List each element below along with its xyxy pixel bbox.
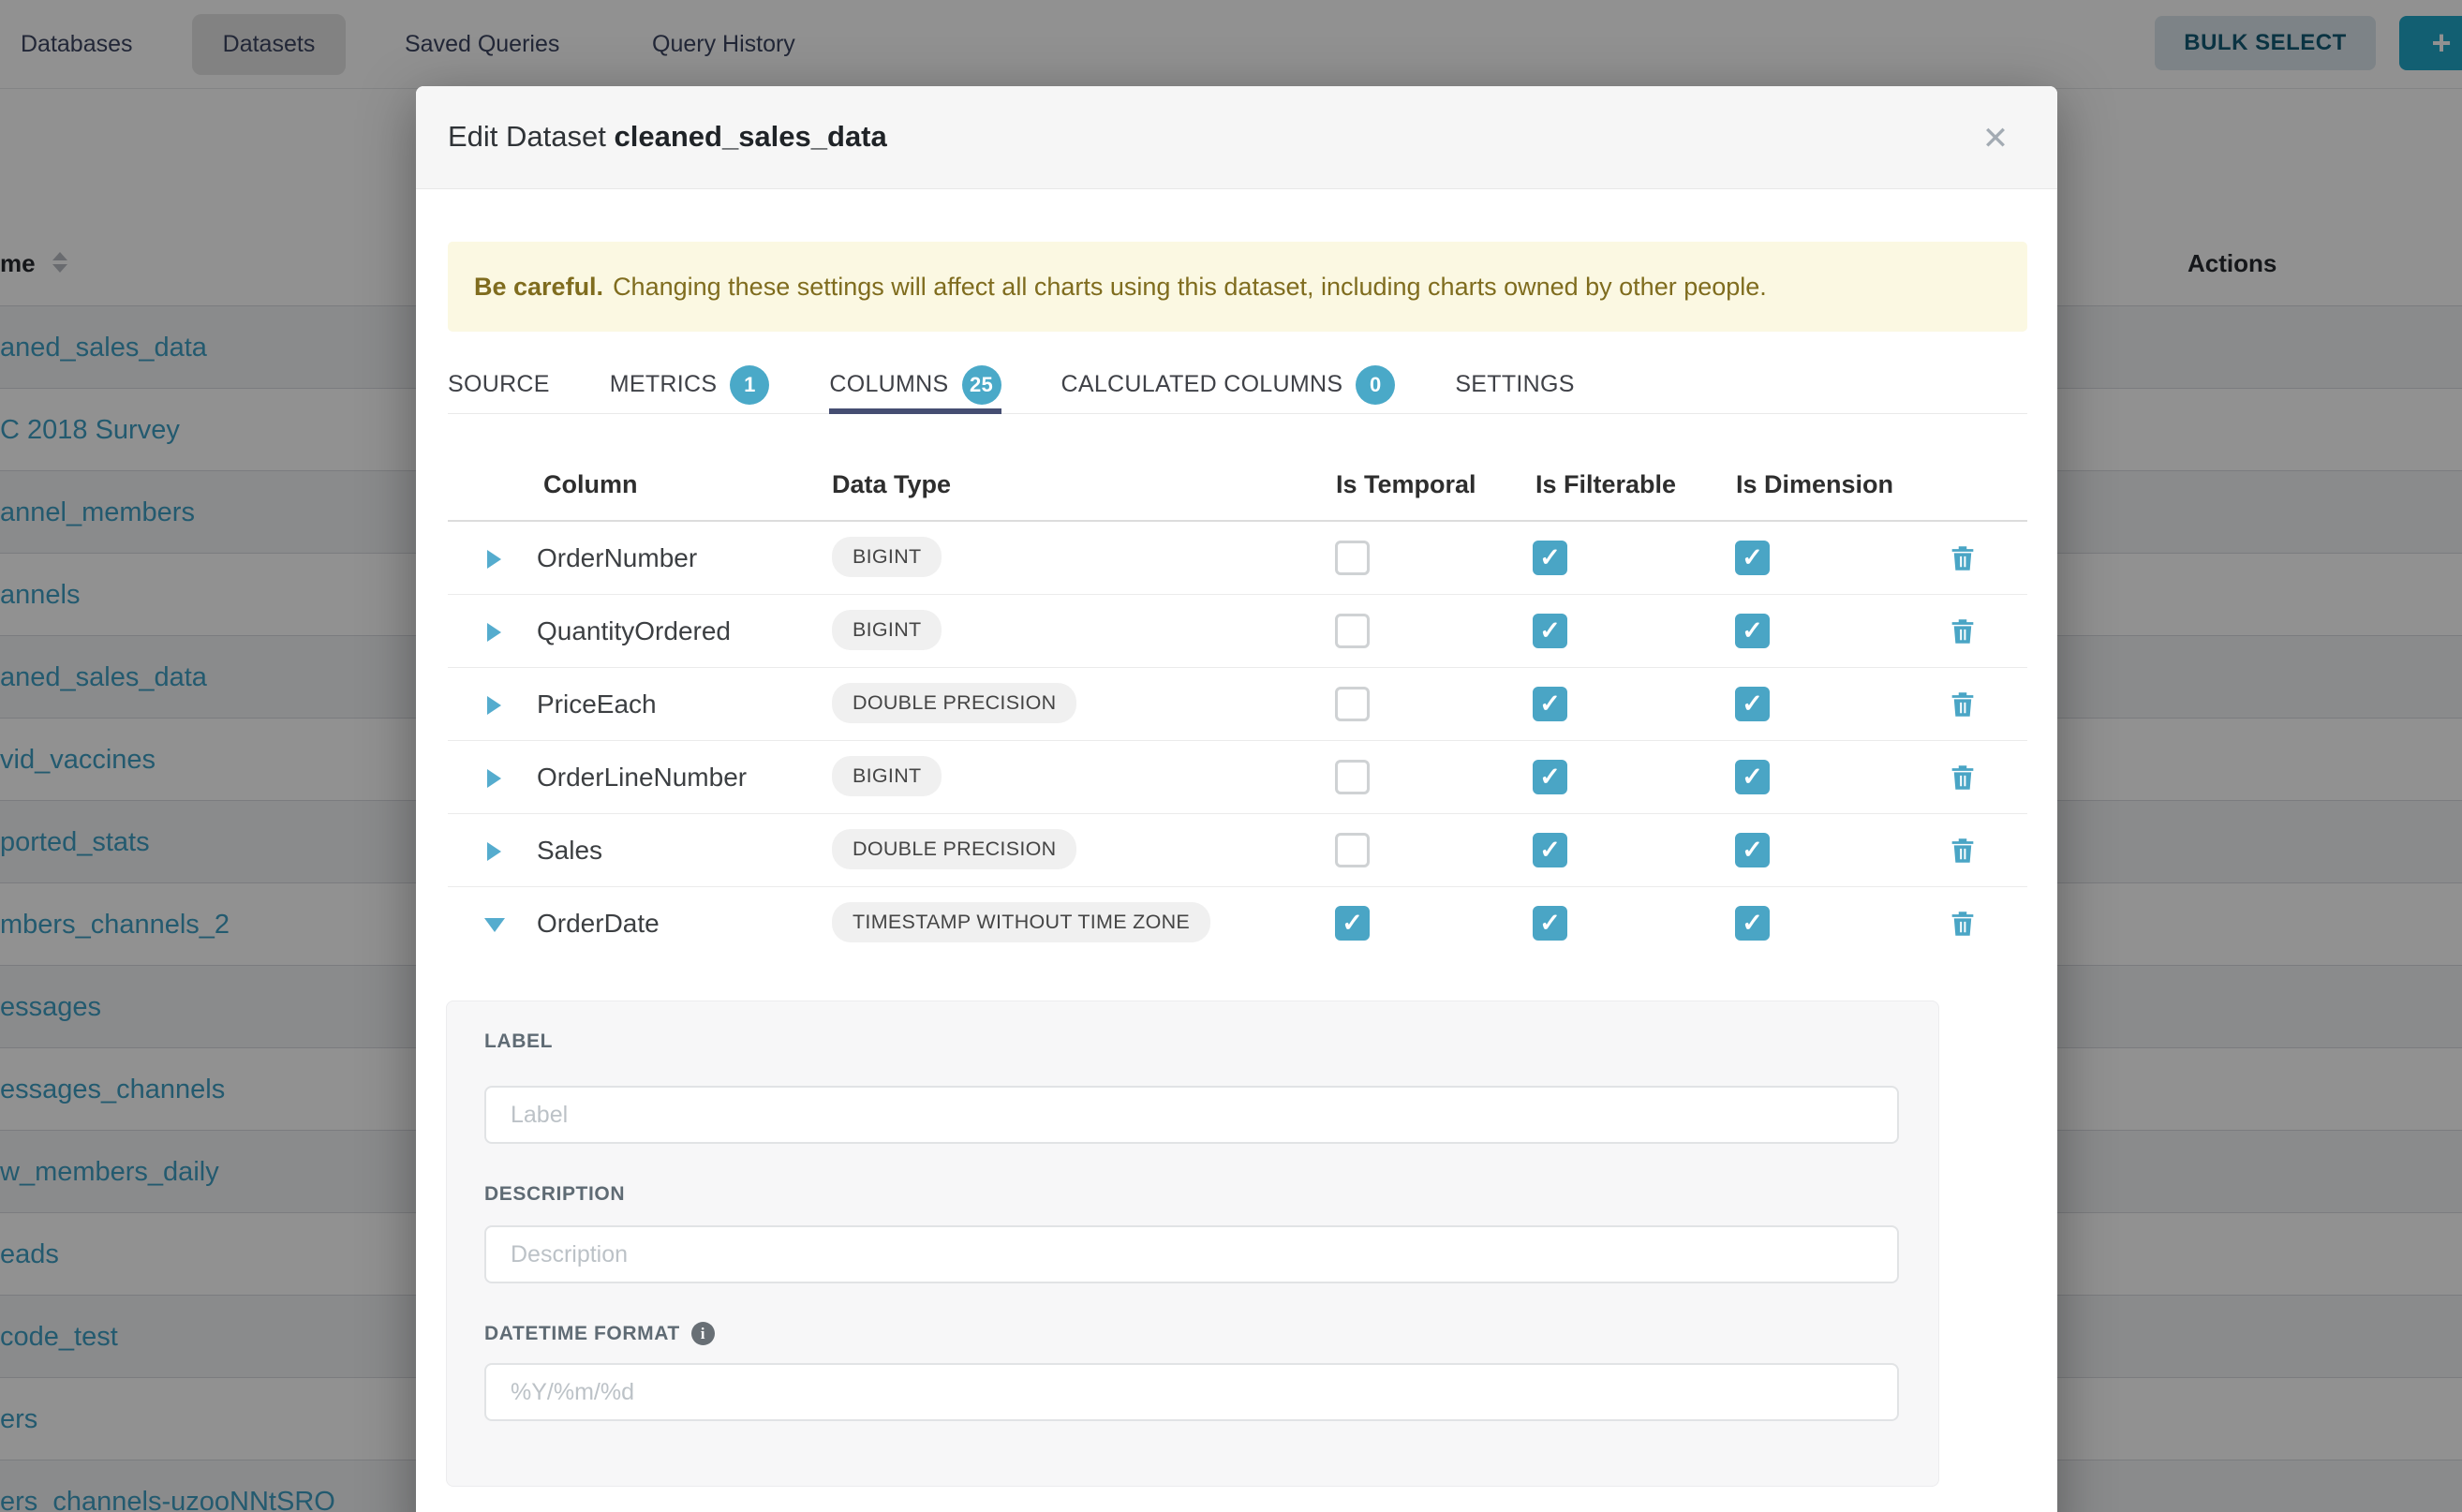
tab-columns[interactable]: COLUMNS 25 (829, 356, 1001, 413)
column-name: OrderNumber (537, 543, 697, 573)
is-temporal-checkbox[interactable] (1335, 687, 1370, 721)
edit-dataset-modal: Edit Dataset cleaned_sales_data Be caref… (416, 86, 2057, 1512)
expand-caret-icon[interactable] (487, 623, 501, 642)
is-filterable-checkbox[interactable] (1533, 541, 1567, 575)
is-dimension-checkbox[interactable] (1735, 614, 1770, 648)
is-dimension-checkbox[interactable] (1735, 760, 1770, 794)
description-field-label: DESCRIPTION (484, 1183, 625, 1206)
columns-table-body: OrderNumber BIGINT QuantityOrdered BIGIN… (448, 522, 2027, 960)
modal-tabs: SOURCE METRICS 1 COLUMNS 25 CALCULATED COL… (448, 356, 2027, 414)
metrics-count-badge: 1 (730, 365, 769, 405)
expand-caret-icon[interactable] (487, 842, 501, 861)
expand-caret-icon[interactable] (487, 769, 501, 788)
is-dimension-checkbox[interactable] (1735, 687, 1770, 721)
data-type-pill: BIGINT (832, 537, 942, 577)
column-header: Column (543, 470, 638, 499)
table-row: OrderDate TIMESTAMP WITHOUT TIME ZONE (448, 887, 2027, 960)
calculated-count-badge: 0 (1356, 365, 1395, 405)
is-temporal-header: Is Temporal (1336, 470, 1476, 499)
is-temporal-checkbox[interactable] (1335, 760, 1370, 794)
expand-caret-icon[interactable] (487, 550, 501, 569)
table-row: Sales DOUBLE PRECISION (448, 814, 2027, 887)
column-name: OrderDate (537, 909, 660, 939)
modal-title-prefix: Edit Dataset (448, 120, 606, 153)
expand-caret-icon[interactable] (487, 696, 501, 715)
is-filterable-checkbox[interactable] (1533, 760, 1567, 794)
tab-label: SETTINGS (1455, 371, 1574, 398)
is-temporal-checkbox[interactable] (1335, 833, 1370, 867)
delete-trash-icon[interactable] (1947, 834, 1979, 867)
is-dimension-header: Is Dimension (1736, 470, 1893, 499)
tab-label: CALCULATED COLUMNS (1061, 371, 1343, 398)
modal-header: Edit Dataset cleaned_sales_data (416, 86, 2057, 189)
tab-metrics[interactable]: METRICS 1 (610, 356, 770, 413)
delete-trash-icon[interactable] (1947, 615, 1979, 648)
close-icon[interactable] (1975, 118, 2016, 159)
is-temporal-checkbox[interactable] (1335, 614, 1370, 648)
datasets-page: Databases Datasets Saved Queries Query H… (0, 0, 2462, 1512)
table-row: QuantityOrdered BIGINT (448, 595, 2027, 668)
warning-banner: Be careful. Changing these settings will… (448, 242, 2027, 332)
column-name: PriceEach (537, 689, 657, 719)
data-type-pill: TIMESTAMP WITHOUT TIME ZONE (832, 902, 1210, 942)
table-row: OrderNumber BIGINT (448, 522, 2027, 595)
label-text: DESCRIPTION (484, 1183, 625, 1206)
modal-title: Edit Dataset cleaned_sales_data (448, 120, 887, 154)
table-row: PriceEach DOUBLE PRECISION (448, 668, 2027, 741)
data-type-pill: BIGINT (832, 610, 942, 650)
label-text: DATETIME FORMAT (484, 1323, 680, 1345)
column-detail-panel: LABEL DESCRIPTION DATETIME FORMAT (446, 1001, 1939, 1487)
data-type-pill: DOUBLE PRECISION (832, 683, 1076, 723)
tab-label: COLUMNS (829, 371, 948, 398)
datetime-format-field-label: DATETIME FORMAT (484, 1322, 715, 1345)
column-name: Sales (537, 836, 602, 866)
columns-table-header: Column Data Type Is Temporal Is Filterab… (448, 450, 2027, 522)
delete-trash-icon[interactable] (1947, 541, 1979, 575)
tab-source[interactable]: SOURCE (448, 356, 550, 413)
is-filterable-checkbox[interactable] (1533, 614, 1567, 648)
modal-dataset-name: cleaned_sales_data (615, 120, 887, 153)
data-type-pill: BIGINT (832, 756, 942, 796)
delete-trash-icon[interactable] (1947, 688, 1979, 721)
datetime-format-input[interactable] (484, 1363, 1899, 1421)
table-row: OrderLineNumber BIGINT (448, 741, 2027, 814)
delete-trash-icon[interactable] (1947, 907, 1979, 941)
warning-text: Changing these settings will affect all … (613, 273, 1767, 302)
data-type-header: Data Type (832, 470, 951, 499)
is-filterable-checkbox[interactable] (1533, 687, 1567, 721)
tab-calculated-columns[interactable]: CALCULATED COLUMNS 0 (1061, 356, 1396, 413)
is-temporal-checkbox[interactable] (1335, 541, 1370, 575)
columns-count-badge: 25 (962, 365, 1001, 405)
tab-label: METRICS (610, 371, 718, 398)
is-dimension-checkbox[interactable] (1735, 833, 1770, 867)
is-dimension-checkbox[interactable] (1735, 541, 1770, 575)
collapse-caret-icon[interactable] (484, 918, 505, 932)
is-filterable-checkbox[interactable] (1533, 906, 1567, 941)
is-temporal-checkbox[interactable] (1335, 906, 1370, 941)
column-name: OrderLineNumber (537, 763, 747, 793)
data-type-pill: DOUBLE PRECISION (832, 829, 1076, 869)
column-name: QuantityOrdered (537, 616, 731, 646)
label-input[interactable] (484, 1086, 1899, 1144)
is-filterable-checkbox[interactable] (1533, 833, 1567, 867)
info-icon[interactable] (691, 1322, 715, 1345)
label-text: LABEL (484, 1030, 553, 1053)
tab-label: SOURCE (448, 371, 550, 398)
is-filterable-header: Is Filterable (1535, 470, 1676, 499)
is-dimension-checkbox[interactable] (1735, 906, 1770, 941)
label-field-label: LABEL (484, 1030, 553, 1053)
delete-trash-icon[interactable] (1947, 761, 1979, 794)
description-input[interactable] (484, 1225, 1899, 1283)
warning-bold-text: Be careful. (474, 273, 603, 302)
tab-settings[interactable]: SETTINGS (1455, 356, 1574, 413)
